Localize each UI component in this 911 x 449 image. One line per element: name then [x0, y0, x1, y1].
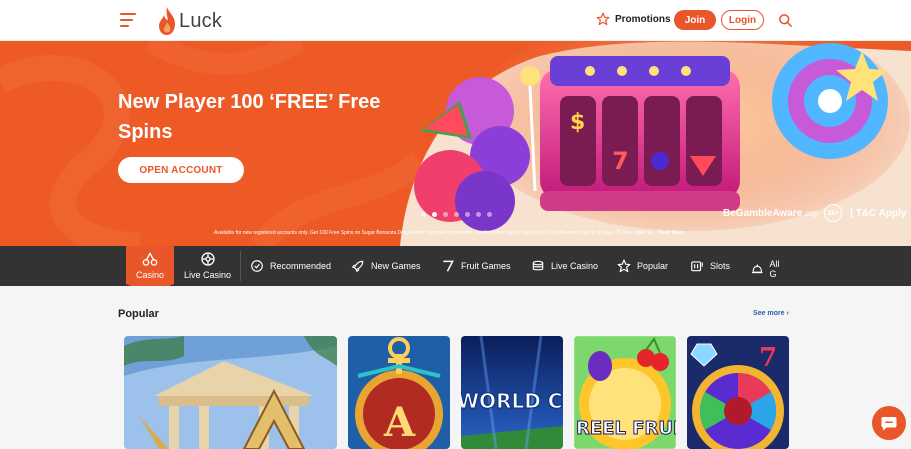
category-label: Slots [710, 261, 731, 271]
seven-icon [443, 260, 454, 272]
login-button[interactable]: Login [721, 10, 764, 30]
tab-casino-label: Casino [135, 270, 164, 280]
begambleaware-suffix: .org [803, 208, 818, 218]
carousel-dot[interactable] [465, 212, 470, 217]
game-title-world-cup: WORLD CUP GOLD [461, 389, 563, 413]
open-account-button[interactable]: OPEN ACCOUNT [118, 157, 244, 183]
category-popular[interactable]: Popular [617, 259, 668, 273]
hero-banner[interactable]: New Player 100 ‘FREE’ Free Spins OPEN AC… [0, 41, 911, 246]
slot-machine-icon [691, 261, 703, 272]
egyptian-a-game-art: A [348, 336, 450, 449]
greek-temple-game-art [124, 336, 337, 449]
cherries-icon [142, 252, 158, 266]
tab-live-casino[interactable]: Live Casino [184, 251, 231, 280]
game-tile[interactable] [124, 336, 337, 449]
read-more-link[interactable]: Read More [658, 230, 684, 236]
category-slots[interactable]: Slots [690, 259, 730, 273]
top-header: Luck Promotions Join Login [0, 0, 911, 41]
age-18-badge: 18+ [824, 204, 843, 222]
hamburger-menu-icon[interactable] [120, 13, 136, 27]
carousel-dots[interactable] [421, 212, 498, 217]
chat-button[interactable] [872, 406, 906, 440]
category-label: New Games [371, 261, 421, 271]
category-label: Recommended [270, 261, 332, 271]
promotions-label: Promotions [615, 13, 671, 25]
chips-icon [532, 260, 544, 271]
category-recommended[interactable]: Recommended [250, 259, 331, 273]
check-badge-icon [251, 260, 263, 272]
hero-title: New Player 100 ‘FREE’ Free Spins [118, 91, 381, 143]
svg-text:7: 7 [759, 343, 777, 373]
tc-apply-text: | T&C Apply [850, 207, 907, 219]
see-more-label: See more [753, 310, 785, 317]
category-fruit-games[interactable]: Fruit Games [441, 259, 511, 273]
category-label: All G [769, 259, 780, 279]
chevron-right-icon: › [786, 310, 789, 317]
logo-text: Luck [179, 9, 223, 32]
game-tile[interactable]: WORLD CUP GOLD [461, 336, 563, 449]
category-label: Live Casino [551, 261, 599, 271]
join-button[interactable]: Join [674, 10, 716, 30]
responsible-gambling-strip: BeGambleAware .org 18+ | T&C Apply [723, 204, 906, 222]
section-title: Popular [118, 308, 159, 320]
carousel-dot[interactable] [487, 212, 492, 217]
game-tile[interactable]: REEL FRUITY [574, 336, 676, 449]
svg-text:A: A [383, 399, 416, 446]
category-all-games[interactable]: All G [751, 259, 787, 279]
popular-section: Popular See more › A WORLD C REEL FRU 7 [0, 286, 911, 449]
wheel-game-art: 7 [687, 336, 789, 449]
carousel-dot[interactable] [443, 212, 448, 217]
rocket-icon [351, 260, 364, 273]
logo[interactable]: Luck [157, 6, 222, 36]
category-live-casino[interactable]: Live Casino [531, 259, 598, 273]
roulette-icon [200, 252, 215, 266]
bell-icon [752, 264, 763, 274]
flame-icon [159, 7, 175, 35]
category-nav: Casino Live Casino Recommended New Games… [0, 246, 911, 294]
star-outline-icon [596, 12, 610, 26]
promo-disclaimer: Available for new registered accounts on… [214, 230, 734, 236]
see-more-link[interactable]: See more › [753, 310, 789, 317]
carousel-dot[interactable] [454, 212, 459, 217]
disclaimer-text: Available for new registered accounts on… [214, 230, 657, 236]
star-icon [617, 259, 631, 273]
game-tile[interactable]: A [348, 336, 450, 449]
carousel-dot-active[interactable] [432, 212, 437, 217]
game-title-reel-fruity: REEL FRUITY [576, 418, 676, 439]
tc-label: T&C Apply [855, 207, 907, 219]
chat-bubble-icon [881, 417, 897, 431]
category-divider [240, 251, 241, 281]
svg-text:$: $ [570, 110, 585, 135]
category-label: Popular [637, 261, 669, 271]
reel-fruity-game-art: REEL FRUITY [574, 336, 676, 449]
tab-live-casino-label: Live Casino [184, 270, 232, 280]
begambleaware-logo[interactable]: BeGambleAware [723, 208, 802, 219]
carousel-dot[interactable] [476, 212, 481, 217]
category-label: Fruit Games [461, 261, 511, 271]
category-new-games[interactable]: New Games [351, 259, 421, 273]
search-icon[interactable] [778, 13, 793, 28]
game-tile[interactable]: 7 [687, 336, 789, 449]
world-cup-gold-game-art: WORLD CUP GOLD [461, 336, 563, 449]
promotions-link[interactable]: Promotions [596, 12, 671, 26]
carousel-dot[interactable] [421, 212, 426, 217]
svg-text:7: 7 [612, 147, 629, 175]
